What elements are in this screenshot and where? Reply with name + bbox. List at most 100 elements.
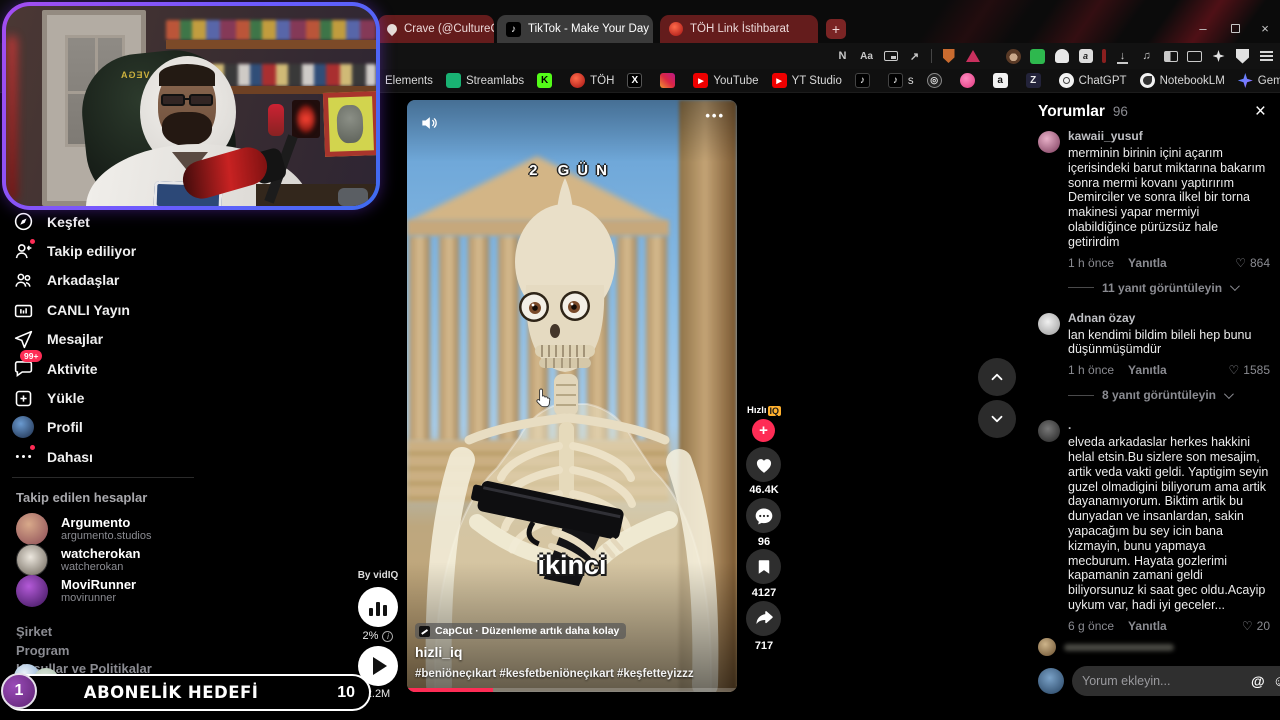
window-maximize-button[interactable]	[1220, 15, 1250, 41]
bookmark-tiktok-s[interactable]: ♪ s	[887, 73, 914, 88]
toolbar-icons: N Aa ↗ a ↓ ♫	[835, 45, 1274, 67]
comment-username[interactable]: .	[1068, 418, 1272, 432]
sidebar-item-takip-ediliyor[interactable]: Takip ediliyor	[12, 236, 206, 265]
video-more-icon[interactable]: •••	[705, 108, 725, 123]
green-extension-icon[interactable]	[1030, 48, 1045, 64]
split-screen-icon[interactable]	[1163, 48, 1178, 64]
tab-culturecrave[interactable]: Crave (@CultureCrave) /	[378, 15, 494, 43]
avatar[interactable]	[1038, 420, 1060, 443]
channel-avatar[interactable]: Hızlı IQ	[747, 405, 782, 416]
video-username[interactable]: hizli_iq	[415, 644, 462, 660]
sidebar-item-yukle[interactable]: Yükle	[12, 383, 206, 412]
search-box-extension-icon[interactable]: a	[1078, 48, 1093, 64]
bookmark-target[interactable]: ◎	[926, 73, 947, 88]
rgb-reflection	[1018, 0, 1152, 43]
follow-button[interactable]: +	[752, 419, 775, 442]
menu-icon[interactable]	[1259, 48, 1274, 64]
avatar[interactable]	[1038, 312, 1060, 335]
sidebar-item-aktivite[interactable]: 99+ Aktivite	[12, 349, 206, 383]
translate-icon[interactable]: Aa	[859, 48, 874, 64]
bookmark-youtube[interactable]: ▶ YouTube	[693, 73, 759, 88]
capcut-badge[interactable]: CapCut · Düzenleme artık daha kolay	[415, 623, 627, 639]
glasses-bridge	[184, 98, 190, 100]
bookmark-notebooklm[interactable]: NotebookLM	[1139, 73, 1225, 88]
tab-toh-link[interactable]: TÖH Link İstihbarat	[660, 15, 818, 43]
window-minimize-button[interactable]: –	[1188, 15, 1218, 41]
footer-link-sirket[interactable]: Şirket	[16, 623, 152, 642]
bookmark-x[interactable]: X	[627, 73, 647, 88]
wallet-icon[interactable]	[1187, 48, 1202, 64]
reply-button[interactable]: Yanıtla	[1128, 619, 1167, 633]
bookmark-tiktok[interactable]: ♪	[854, 73, 875, 88]
bookmark-kick[interactable]: K	[537, 73, 557, 88]
bookmark-streamlabs[interactable]: Streamlabs	[445, 73, 524, 88]
sidebar-item-label: Yükle	[47, 390, 85, 407]
footer-link-program[interactable]: Program	[16, 642, 152, 661]
heart-icon	[756, 458, 771, 473]
monkey-extension-icon[interactable]	[1006, 48, 1021, 64]
downloads-icon[interactable]: ↓	[1115, 48, 1130, 64]
bookmark-z[interactable]: Z	[1025, 73, 1046, 88]
tab-tiktok-active[interactable]: ♪ TikTok - Make Your Day ×	[497, 15, 653, 43]
sidebar-item-profil[interactable]: Profil	[12, 413, 206, 442]
bookmark-button[interactable]	[746, 549, 781, 584]
comment-input-pill[interactable]: @ ☺	[1072, 666, 1280, 696]
comment-username[interactable]: kawaii_yusuf	[1068, 129, 1272, 143]
extension-triangle-icon[interactable]	[965, 48, 980, 64]
share-icon[interactable]: ↗	[907, 48, 922, 64]
speaker-icon[interactable]	[419, 113, 439, 138]
account-movirunner[interactable]: MoviRunner movirunner	[16, 575, 136, 607]
reply-button[interactable]: Yanıtla	[1128, 256, 1167, 270]
bookmark-chatgpt[interactable]: ChatGPT	[1058, 73, 1127, 88]
reply-button[interactable]: Yanıtla	[1128, 363, 1167, 377]
video-hashtags[interactable]: #beniöneçıkart #kesfetbeniöneçıkart #keş…	[415, 668, 694, 680]
sidebar-item-canli-yayin[interactable]: CANLI Yayın	[12, 295, 206, 324]
profile-avatar	[12, 416, 34, 439]
vidiq-brand: By vidIQ	[357, 570, 399, 581]
bookmark-instagram[interactable]	[660, 73, 680, 88]
bookmark-gemini[interactable]: Gemini	[1237, 73, 1280, 88]
info-icon[interactable]: i	[382, 630, 394, 642]
bookmark-pink[interactable]	[959, 73, 980, 88]
sidebar-item-mesajlar[interactable]: Mesajlar	[12, 325, 206, 354]
previous-video-button[interactable]	[978, 358, 1016, 396]
comment-like[interactable]: ♡ 1585	[1229, 363, 1270, 377]
heart-outline-icon: ♡	[1241, 618, 1253, 633]
stats-circle[interactable]	[358, 587, 398, 627]
media-controls-icon[interactable]: ♫	[1139, 48, 1154, 64]
new-tab-button[interactable]: +	[826, 19, 846, 39]
picture-in-picture-icon[interactable]	[883, 48, 898, 64]
share-button[interactable]	[746, 601, 781, 636]
comments-list[interactable]: kawaii_yusuf merminin birinin içini açar…	[1038, 129, 1272, 634]
sidebar-item-dahasi[interactable]: Dahası	[12, 442, 206, 471]
window-close-button[interactable]: ×	[1250, 15, 1280, 41]
account-watcherokan[interactable]: watcherokan watcherokan	[16, 544, 140, 576]
bookmark-amazon[interactable]: a	[992, 73, 1013, 88]
sparkle-icon[interactable]	[1211, 48, 1226, 64]
comment-button[interactable]	[746, 498, 781, 533]
close-comments-icon[interactable]: ×	[1255, 101, 1266, 123]
notion-icon[interactable]: N	[835, 48, 850, 64]
view-replies-button[interactable]: 11 yanıt görüntüleyin	[1068, 281, 1272, 295]
bookmark-elements[interactable]: Elements	[385, 75, 433, 87]
video-player[interactable]: ••• 2 GÜN ikinci CapCut · Düzenleme artı…	[407, 100, 737, 692]
emoji-icon[interactable]: ☺	[1273, 673, 1280, 690]
privacy-shield-icon[interactable]	[1235, 48, 1250, 64]
avatar[interactable]	[1038, 131, 1060, 153]
video-progress-bar[interactable]	[407, 688, 737, 692]
account-argumento[interactable]: Argumento argumento.studios	[16, 513, 152, 545]
view-replies-button[interactable]: 8 yanıt görüntüleyin	[1068, 388, 1272, 402]
bookmark-toh[interactable]: TÖH	[570, 73, 614, 88]
adblock-shield-icon[interactable]	[941, 48, 956, 64]
sidebar-item-kesfet[interactable]: Keşfet	[12, 207, 206, 236]
bookmark-yt-studio[interactable]: ▶ YT Studio	[771, 73, 842, 88]
comment-username[interactable]: Adnan özay	[1068, 311, 1272, 325]
mention-icon[interactable]: @	[1251, 673, 1265, 689]
comment-like[interactable]: ♡ 864	[1235, 256, 1270, 270]
next-video-button[interactable]	[978, 400, 1016, 438]
sidebar-item-arkadaslar[interactable]: Arkadaşlar	[12, 266, 206, 295]
ghost-extension-icon[interactable]	[1054, 48, 1069, 64]
comment-like[interactable]: ♡ 20	[1242, 619, 1270, 633]
like-button[interactable]	[746, 447, 781, 482]
comment-input[interactable]	[1082, 674, 1243, 688]
